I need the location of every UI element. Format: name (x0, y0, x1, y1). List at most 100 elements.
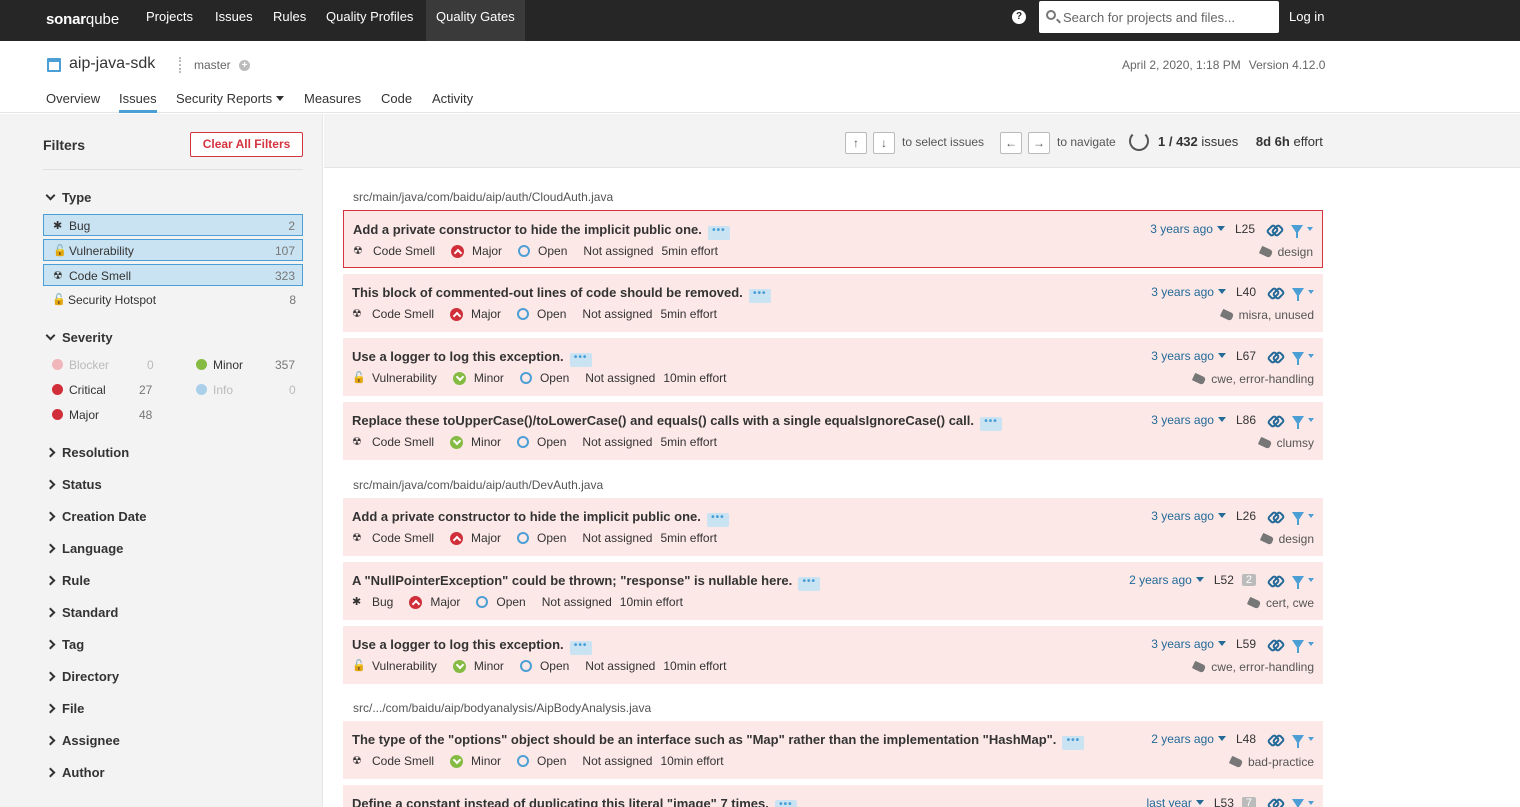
issue-type[interactable]: 🔓 Vulnerability (352, 371, 445, 385)
issue-message-text[interactable]: Define a constant instead of duplicating… (352, 796, 769, 807)
issue-type[interactable]: ☢ Code Smell (353, 244, 443, 258)
permalink-icon[interactable] (1268, 797, 1280, 807)
more-icon[interactable]: ••• (707, 226, 730, 240)
permalink-icon[interactable] (1268, 733, 1280, 745)
more-icon[interactable]: ••• (798, 577, 821, 591)
arrow-down-key[interactable]: ↓ (873, 132, 895, 154)
issue-message[interactable]: Use a logger to log this exception. ••• (352, 637, 592, 655)
reload-icon[interactable] (1129, 131, 1149, 151)
issue-message[interactable]: Add a private constructor to hide the im… (353, 222, 730, 240)
issue-severity[interactable]: Major (451, 244, 510, 258)
issue-item[interactable]: Replace these toUpperCase()/toLowerCase(… (343, 402, 1323, 460)
tab-code[interactable]: Code (381, 91, 412, 113)
issue-tags[interactable]: cert, cwe (1246, 596, 1314, 610)
tab-security-reports[interactable]: Security Reports (176, 91, 285, 113)
issue-status[interactable]: Open (517, 435, 574, 449)
issue-severity[interactable]: Minor (450, 754, 509, 768)
issue-assignee[interactable]: Not assigned (582, 531, 652, 545)
permalink-icon[interactable] (1268, 286, 1280, 298)
issue-status[interactable]: Open (517, 307, 574, 321)
facet-header-standard[interactable]: Standard (45, 605, 118, 620)
issue-age[interactable]: last year (1146, 796, 1204, 807)
issue-message-text[interactable]: Add a private constructor to hide the im… (352, 509, 701, 524)
sonarqube-logo[interactable]: sonar qube (46, 5, 119, 33)
arrow-up-key[interactable]: ↑ (845, 132, 867, 154)
nav-quality-gates[interactable]: Quality Gates (426, 0, 525, 41)
issue-tags[interactable]: cwe, error-handling (1192, 660, 1314, 674)
permalink-icon[interactable] (1268, 638, 1280, 650)
issue-message[interactable]: Add a private constructor to hide the im… (352, 509, 729, 527)
issue-assignee[interactable]: Not assigned (585, 371, 655, 385)
tab-activity[interactable]: Activity (432, 91, 473, 113)
more-icon[interactable]: ••• (569, 353, 592, 367)
file-path[interactable]: src/main/java/com/baidu/aip/auth/DevAuth… (353, 478, 603, 492)
project-name[interactable]: aip-java-sdk (69, 55, 155, 73)
issue-effort[interactable]: 5min effort (660, 531, 716, 545)
issue-item[interactable]: Add a private constructor to hide the im… (343, 210, 1323, 268)
login-link[interactable]: Log in (1289, 0, 1324, 34)
issue-effort[interactable]: 10min effort (620, 595, 683, 609)
tab-issues[interactable]: Issues (119, 91, 157, 113)
issue-type[interactable]: ☢ Code Smell (352, 307, 442, 321)
arrow-right-key[interactable]: → (1028, 132, 1050, 154)
facet-header-language[interactable]: Language (45, 541, 123, 556)
issue-item[interactable]: Define a constant instead of duplicating… (343, 785, 1323, 807)
issue-tags[interactable]: bad-practice (1228, 755, 1314, 769)
issue-age[interactable]: 2 years ago (1151, 732, 1226, 746)
facet-header-severity[interactable]: Severity (45, 330, 113, 345)
issue-message-text[interactable]: This block of commented-out lines of cod… (352, 285, 743, 300)
filter-icon[interactable] (1292, 639, 1304, 653)
issue-age[interactable]: 3 years ago (1151, 349, 1226, 363)
issue-severity[interactable]: Minor (452, 659, 512, 673)
permalink-icon[interactable] (1268, 414, 1280, 426)
nav-quality-profiles[interactable]: Quality Profiles (326, 0, 413, 41)
issue-message[interactable]: Define a constant instead of duplicating… (352, 796, 797, 807)
filter-icon[interactable] (1292, 351, 1304, 365)
issue-age[interactable]: 3 years ago (1151, 285, 1226, 299)
issue-severity[interactable]: Major (450, 531, 509, 545)
facet-type-security-hotspot[interactable]: 🔓 Security Hotspot 8 (43, 289, 303, 311)
issue-severity[interactable]: Minor (450, 435, 509, 449)
more-icon[interactable]: ••• (1062, 736, 1085, 750)
tab-measures[interactable]: Measures (304, 91, 361, 113)
issue-effort[interactable]: 5min effort (660, 435, 716, 449)
filter-icon[interactable] (1292, 287, 1304, 301)
locations-badge[interactable]: 7 (1241, 797, 1256, 807)
issue-message[interactable]: This block of commented-out lines of cod… (352, 285, 771, 303)
filter-icon[interactable] (1292, 734, 1304, 748)
facet-header-creation-date[interactable]: Creation Date (45, 509, 147, 524)
facet-header-tag[interactable]: Tag (45, 637, 84, 652)
search-box[interactable] (1039, 1, 1279, 33)
more-icon[interactable]: ••• (748, 289, 771, 303)
issue-status[interactable]: Open (476, 595, 533, 609)
issue-effort[interactable]: 5min effort (661, 244, 717, 258)
more-icon[interactable]: ••• (774, 800, 797, 807)
file-path[interactable]: src/main/java/com/baidu/aip/auth/CloudAu… (353, 190, 613, 204)
issue-status[interactable]: Open (518, 244, 575, 258)
issue-assignee[interactable]: Not assigned (582, 754, 652, 768)
issue-tags[interactable]: clumsy (1257, 436, 1314, 450)
issue-status[interactable]: Open (519, 659, 577, 673)
nav-issues[interactable]: Issues (215, 0, 253, 41)
issue-message[interactable]: The type of the "options" object should … (352, 732, 1085, 750)
filter-icon[interactable] (1292, 415, 1304, 429)
issue-age[interactable]: 2 years ago (1129, 573, 1204, 587)
facet-header-author[interactable]: Author (45, 765, 105, 780)
facet-header-resolution[interactable]: Resolution (45, 445, 129, 460)
issue-assignee[interactable]: Not assigned (582, 435, 652, 449)
issue-effort[interactable]: 10min effort (660, 754, 723, 768)
file-path[interactable]: src/.../com/baidu/aip/bodyanalysis/AipBo… (353, 701, 651, 715)
tab-overview[interactable]: Overview (46, 91, 100, 113)
issue-type[interactable]: ✱ Bug (352, 595, 401, 609)
issue-age[interactable]: 3 years ago (1151, 637, 1226, 651)
issue-type[interactable]: 🔓 Vulnerability (352, 659, 445, 673)
more-icon[interactable]: ••• (706, 513, 729, 527)
facet-header-status[interactable]: Status (45, 477, 102, 492)
facet-header-file[interactable]: File (45, 701, 84, 716)
search-input[interactable] (1063, 1, 1273, 33)
issue-tags[interactable]: misra, unused (1219, 308, 1314, 322)
issue-effort[interactable]: 10min effort (663, 659, 726, 673)
facet-type-code-smell[interactable]: ☢ Code Smell 323 (43, 264, 303, 286)
issue-item[interactable]: A "NullPointerException" could be thrown… (343, 562, 1323, 620)
facet-header-assignee[interactable]: Assignee (45, 733, 120, 748)
